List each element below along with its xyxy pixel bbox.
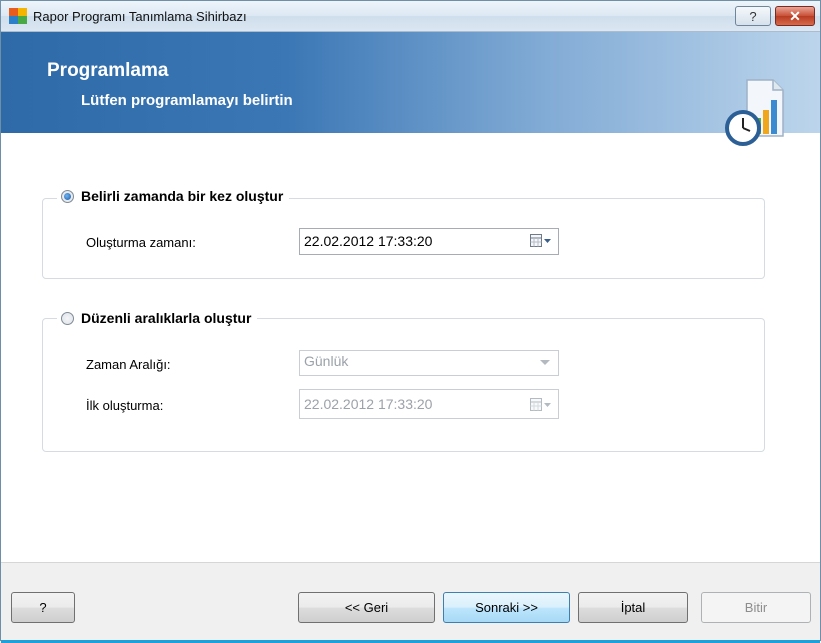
interval-option-radio-row[interactable]: Düzenli aralıklarla oluştur bbox=[57, 310, 258, 326]
title-help-button[interactable]: ? bbox=[735, 6, 771, 26]
first-creation-value: 22.02.2012 17:33:20 bbox=[304, 396, 433, 412]
first-creation-picker[interactable]: 22.02.2012 17:33:20 bbox=[299, 389, 559, 419]
interval-radio-label[interactable]: Düzenli aralıklarla oluştur bbox=[81, 310, 251, 326]
title-bar: Rapor Programı Tanımlama Sihirbazı ? ✕ bbox=[1, 1, 820, 32]
creation-time-value: 22.02.2012 17:33:20 bbox=[304, 233, 433, 249]
once-radio-button[interactable] bbox=[61, 189, 74, 203]
once-radio-label[interactable]: Belirli zamanda bir kez oluştur bbox=[81, 188, 283, 204]
first-creation-label: İlk oluşturma: bbox=[86, 398, 164, 413]
creation-time-label: Oluşturma zamanı: bbox=[86, 235, 196, 250]
page-subtitle: Lütfen programlamayı belirtin bbox=[81, 92, 293, 109]
help-icon: ? bbox=[749, 9, 757, 24]
interval-value: Günlük bbox=[304, 353, 349, 369]
creation-time-picker[interactable]: 22.02.2012 17:33:20 bbox=[299, 228, 559, 255]
next-button[interactable]: Sonraki >> bbox=[443, 592, 570, 623]
close-icon: ✕ bbox=[789, 8, 801, 24]
wizard-window: Rapor Programı Tanımlama Sihirbazı ? ✕ P… bbox=[0, 0, 821, 643]
interval-radio-button[interactable] bbox=[61, 311, 74, 325]
window-title: Rapor Programı Tanımlama Sihirbazı bbox=[33, 9, 247, 24]
calendar-dropdown-icon[interactable] bbox=[530, 234, 552, 248]
button-bar: ? << Geri Sonraki >> İptal Bitir bbox=[1, 562, 820, 643]
interval-label: Zaman Aralığı: bbox=[86, 357, 171, 372]
once-option-radio-row[interactable]: Belirli zamanda bir kez oluştur bbox=[57, 188, 290, 204]
calendar-dropdown-icon[interactable] bbox=[530, 398, 552, 412]
schedule-report-icon bbox=[725, 79, 784, 146]
interval-option-group bbox=[42, 318, 765, 452]
interval-select[interactable]: Günlük bbox=[299, 350, 559, 376]
cancel-button[interactable]: İptal bbox=[578, 592, 688, 623]
close-button[interactable]: ✕ bbox=[775, 6, 815, 26]
chevron-down-icon bbox=[540, 360, 550, 365]
back-button[interactable]: << Geri bbox=[298, 592, 435, 623]
finish-button[interactable]: Bitir bbox=[701, 592, 811, 623]
help-button[interactable]: ? bbox=[11, 592, 75, 623]
page-title: Programlama bbox=[47, 60, 169, 81]
header-banner: Programlama Lütfen programlamayı belirti… bbox=[1, 32, 820, 146]
app-logo-icon bbox=[9, 8, 27, 24]
